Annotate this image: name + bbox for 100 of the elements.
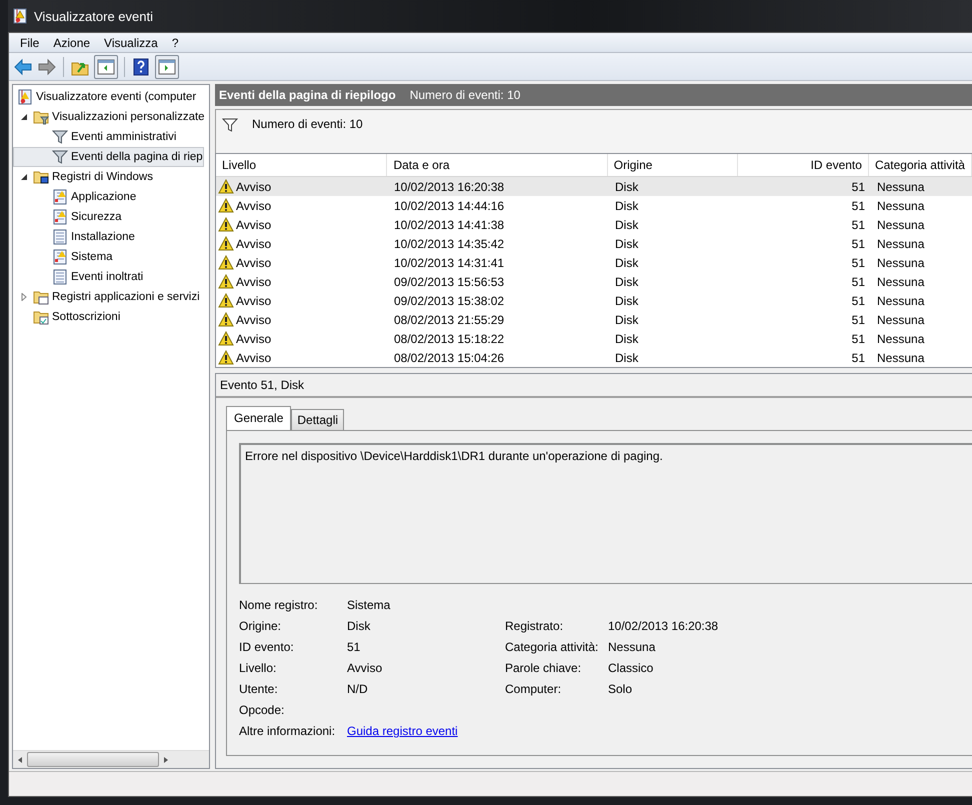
column-header[interactable]: ID evento [738, 154, 869, 176]
table-cell-text: 51 [850, 254, 866, 272]
table-cell-text: Disk [614, 312, 640, 328]
log-icon [52, 269, 68, 285]
tree-item[interactable]: Sottoscrizioni [13, 307, 122, 327]
warning-icon [218, 216, 234, 232]
table-cell-text: Nessuna [876, 274, 926, 290]
warning-icon [218, 178, 234, 194]
collapsed-arrow-icon[interactable] [20, 293, 28, 301]
warning-icon [218, 198, 234, 214]
log-warning-icon [52, 209, 68, 225]
table-cell-text: Disk [614, 236, 640, 252]
field-value: 10/02/2013 16:20:38 [608, 619, 718, 633]
filter-text: Numero di eventi: 10 [252, 117, 363, 131]
table-cell-text: Nessuna [876, 178, 926, 196]
table-cell-text: 51 [850, 330, 866, 348]
table-row[interactable]: Avviso 09/02/2013 15:56:53 Disk 51 Nessuna [216, 272, 972, 291]
table-cell-text: 10/02/2013 14:41:38 [393, 216, 506, 234]
column-header[interactable]: Data e ora [387, 154, 608, 176]
tree-item[interactable]: Eventi amministrativi [13, 127, 178, 147]
table-row[interactable]: Avviso 10/02/2013 14:41:38 Disk 51 Nessuna [216, 215, 972, 234]
table-cell: Avviso [216, 196, 388, 215]
field-value: Nessuna [608, 640, 656, 654]
menu-item[interactable]: Visualizza [97, 36, 165, 50]
scrollbar-thumb[interactable] [27, 752, 159, 767]
tree-item[interactable]: Eventi inoltrati [13, 267, 144, 287]
table-cell-text: 51 [850, 198, 866, 214]
table-cell-text: Disk [614, 350, 640, 366]
table-cell-text: 51 [850, 292, 866, 310]
tree-item[interactable]: Applicazione [13, 187, 138, 207]
warning-icon [218, 350, 234, 366]
field-value: Sistema [347, 598, 390, 612]
tree-item[interactable]: Eventi della pagina di riep [13, 147, 204, 167]
table-cell-text: Disk [614, 292, 640, 310]
table-cell-text: Nessuna [876, 216, 926, 234]
menu-item[interactable]: Azione [46, 36, 98, 50]
calendar-folder-icon [33, 309, 49, 325]
horizontal-scrollbar[interactable] [13, 750, 209, 768]
forward-arrow-icon[interactable] [37, 56, 57, 76]
tree-item[interactable]: Registri di Windows [13, 167, 154, 187]
table-row[interactable]: Avviso 08/02/2013 15:18:22 Disk 51 Nessuna [216, 329, 972, 348]
table-cell-text: 51 [850, 216, 866, 234]
table-cell-text: Disk [614, 178, 640, 196]
tree-item[interactable]: Visualizzazioni personalizzate [13, 107, 206, 127]
expanded-arrow-icon[interactable] [20, 113, 28, 121]
table-cell-text: Nessuna [876, 312, 926, 328]
tab[interactable]: Generale [226, 406, 292, 430]
tab[interactable]: Dettagli [291, 409, 344, 430]
table-cell-text: 08/02/2013 15:18:22 [393, 330, 506, 348]
table-cell-text: 09/02/2013 15:38:02 [393, 292, 506, 310]
tree-item[interactable]: Installazione [13, 227, 136, 247]
table-cell-text: Disk [614, 198, 640, 214]
table-cell-text: Disk [614, 254, 640, 272]
table-cell-text: Nessuna [876, 350, 926, 366]
panel-toggle-icon[interactable] [155, 54, 179, 78]
table-row[interactable]: Avviso 10/02/2013 14:35:42 Disk 51 Nessuna [216, 234, 972, 253]
expanded-arrow-icon[interactable] [20, 173, 28, 181]
table-cell-text: Nessuna [876, 330, 926, 348]
tree-item[interactable]: Registri applicazioni e servizi [13, 287, 201, 307]
table-row[interactable]: Avviso 10/02/2013 16:20:38 Disk 51 Nessuna [216, 177, 972, 196]
panel-toggle-icon[interactable] [94, 54, 118, 78]
table-row[interactable]: Avviso 09/02/2013 15:38:02 Disk 51 Nessuna [216, 291, 972, 310]
warning-icon [218, 236, 234, 252]
column-header[interactable]: Livello [216, 154, 388, 176]
table-cell: Avviso [216, 348, 388, 367]
column-header[interactable]: Categoria attività [868, 154, 972, 176]
warning-icon [218, 292, 234, 308]
table-row[interactable]: Avviso 08/02/2013 21:55:29 Disk 51 Nessuna [216, 310, 972, 329]
help-icon[interactable] [131, 56, 151, 76]
table-cell-text: Nessuna [876, 198, 926, 214]
field-label: Altre informazioni: [239, 724, 336, 738]
log-warning-icon [52, 189, 68, 205]
menu-item[interactable]: File [13, 36, 46, 50]
table-cell-text: Nessuna [876, 292, 926, 310]
table-cell: Avviso [216, 272, 388, 291]
field-label: Origine: [239, 619, 282, 633]
back-arrow-icon[interactable] [13, 56, 33, 76]
menu-item[interactable]: ? [164, 36, 186, 50]
help-link[interactable]: Guida registro eventi [347, 724, 458, 738]
warning-icon [218, 254, 234, 270]
field-label: ID evento: [239, 640, 295, 654]
field-value: Avviso [347, 661, 382, 675]
warning-icon [218, 274, 234, 290]
table-row[interactable]: Avviso 08/02/2013 15:04:26 Disk 51 Nessuna [216, 348, 972, 367]
log-warning-icon [52, 249, 68, 265]
tree-item[interactable]: Sistema [13, 247, 114, 267]
tree-item[interactable]: Sicurezza [13, 207, 122, 227]
event-log-icon [12, 8, 28, 24]
table-cell-text: 51 [850, 274, 866, 290]
table-row[interactable]: Avviso 10/02/2013 14:44:16 Disk 51 Nessuna [216, 196, 972, 215]
tree-item[interactable]: Visualizzatore eventi (computer [13, 87, 198, 107]
table-cell-text: 09/02/2013 15:56:53 [393, 274, 506, 290]
field-value: N/D [347, 682, 368, 696]
column-header[interactable]: Origine [608, 154, 738, 176]
field-label: Opcode: [239, 703, 286, 717]
folder-icon [33, 109, 49, 125]
table-cell: Avviso [216, 177, 388, 196]
field-value: Disk [347, 619, 370, 633]
warning-icon [218, 312, 234, 328]
table-row[interactable]: Avviso 10/02/2013 14:31:41 Disk 51 Nessuna [216, 253, 972, 272]
